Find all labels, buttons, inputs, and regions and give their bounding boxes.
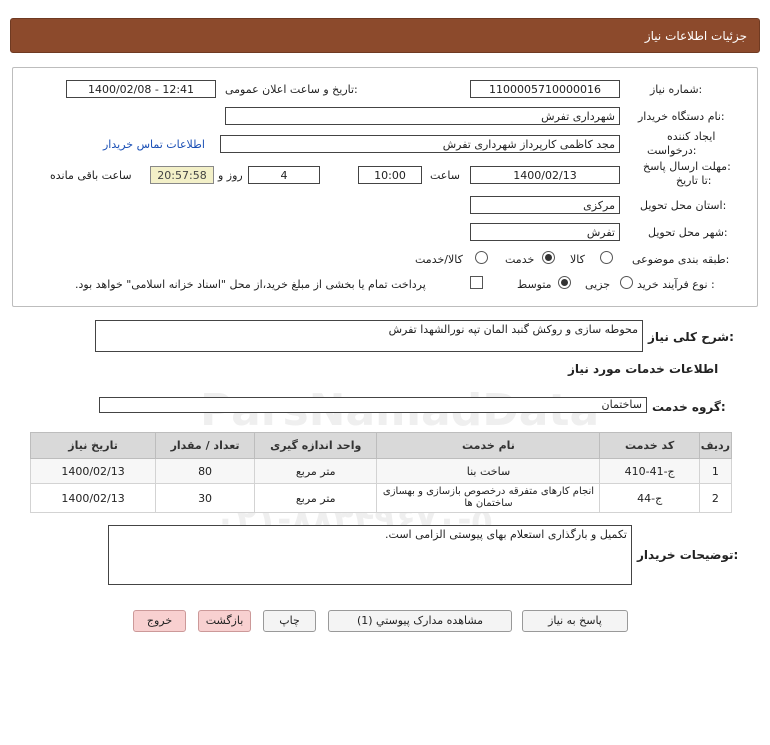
category-option-goods: کالا [570, 253, 585, 266]
treasury-payment-note: پرداخت تمام یا بخشی از مبلغ خرید،از محل … [75, 278, 426, 291]
services-table: ردیف کد خدمت نام خدمت واحد اندازه گیری ت… [29, 432, 733, 513]
buyer-notes-field: تکمیل و بارگذاری استعلام بهای پیوستی الز… [108, 525, 632, 585]
creator-label-2: درخواست: [647, 144, 697, 157]
service-group-label: گروه خدمت: [652, 400, 726, 414]
back-button[interactable]: بازگشت [198, 610, 251, 632]
purchase-option-minor: جزیی [585, 278, 611, 291]
purchase-option-medium: متوسط [517, 278, 552, 291]
table-cell: 80 [155, 458, 255, 484]
deadline-date-field: 1400/02/13 [470, 166, 620, 184]
print-button[interactable]: چاپ [263, 610, 316, 632]
creator-label: ایجاد کننده [667, 130, 716, 143]
buyer-contact-link[interactable]: اطلاعات تماس خریدار [103, 138, 205, 151]
need-number-label: شماره نیاز: [650, 83, 703, 96]
column-header: کد خدمت [599, 432, 700, 459]
table-cell: ج-41-410 [599, 458, 700, 484]
need-info-panel [12, 67, 758, 307]
column-header: تاریخ نیاز [29, 432, 157, 459]
exit-button[interactable]: خروج [133, 610, 186, 632]
province-label: استان محل تحویل: [640, 199, 727, 212]
column-header: واحد اندازه گیری [253, 432, 378, 459]
category-radio-goods[interactable] [600, 251, 613, 264]
buyer-org-label: نام دستگاه خریدار: [638, 110, 725, 123]
deadline-time-field: 10:00 [358, 166, 422, 184]
page-title: جزئیات اطلاعات نیاز [644, 29, 747, 43]
table-header-row: ردیف کد خدمت نام خدمت واحد اندازه گیری ت… [29, 432, 733, 459]
province-field: مرکزی [470, 196, 620, 214]
purchase-radio-medium[interactable] [558, 276, 571, 289]
creator-field: مجد کاظمی کارپرداز شهرداری تفرش [220, 135, 620, 153]
services-section-title: اطلاعات خدمات مورد نیاز [568, 362, 719, 376]
days-label: روز و [218, 169, 243, 182]
page-header: جزئیات اطلاعات نیاز [10, 18, 760, 53]
remaining-label: ساعت باقی مانده [50, 169, 132, 182]
column-header: تعداد / مقدار [155, 432, 255, 459]
days-field: 4 [248, 166, 320, 184]
treasury-payment-checkbox[interactable] [470, 276, 483, 289]
announce-field: 1400/02/08 - 12:41 [66, 80, 216, 98]
deadline-label: مهلت ارسال پاسخ: [643, 160, 731, 173]
city-label: شهر محل تحویل: [648, 226, 728, 239]
category-option-goods-service: کالا/خدمت [415, 253, 463, 266]
reply-button[interactable]: پاسخ به نیاز [522, 610, 628, 632]
table-cell: انجام کارهای متفرقه درخصوص بازسازی و بهس… [376, 483, 601, 513]
category-radio-service[interactable] [542, 251, 555, 264]
category-label: طبقه بندی موضوعی: [632, 253, 730, 266]
table-cell: 2 [698, 483, 733, 513]
buyer-notes-label: توضیحات خریدار: [637, 548, 739, 562]
table-row: 2 ج-44 انجام کارهای متفرقه درخصوص بازساز… [29, 483, 733, 513]
city-field: تفرش [470, 223, 620, 241]
deadline-label-2: تا تاریخ: [676, 174, 712, 187]
service-group-field: ساختمان [99, 397, 647, 413]
table-cell: 1 [698, 458, 733, 484]
category-radio-goods-service[interactable] [475, 251, 488, 264]
column-header: ردیف [698, 432, 733, 459]
table-row: 1 ج-41-410 ساخت بنا متر مربع 80 1400/02/… [29, 458, 733, 484]
table-cell: ساخت بنا [376, 458, 601, 484]
table-cell: 1400/02/13 [29, 483, 157, 513]
view-attachments-button[interactable]: مشاهده مدارک پیوستي (1) [328, 610, 512, 632]
need-number-field: 1100005710000016 [470, 80, 620, 98]
time-label: ساعت [430, 169, 460, 182]
table-cell: ج-44 [599, 483, 700, 513]
table-cell: متر مربع [253, 458, 378, 484]
summary-label: شرح کلی نیاز: [648, 330, 734, 344]
table-cell: متر مربع [253, 483, 378, 513]
purchase-radio-minor[interactable] [620, 276, 633, 289]
table-cell: 30 [155, 483, 255, 513]
announce-label: تاریخ و ساعت اعلان عمومی: [225, 83, 358, 96]
column-header: نام خدمت [376, 432, 601, 459]
buyer-org-field: شهرداری تفرش [225, 107, 620, 125]
purchase-type-label: نوع فرآیند خرید : [637, 278, 715, 291]
category-option-service: خدمت [505, 253, 535, 266]
summary-field: محوطه سازی و روکش گنبد المان تپه نورالشه… [95, 320, 643, 352]
remaining-time-field: 20:57:58 [150, 166, 214, 184]
table-cell: 1400/02/13 [29, 458, 157, 484]
